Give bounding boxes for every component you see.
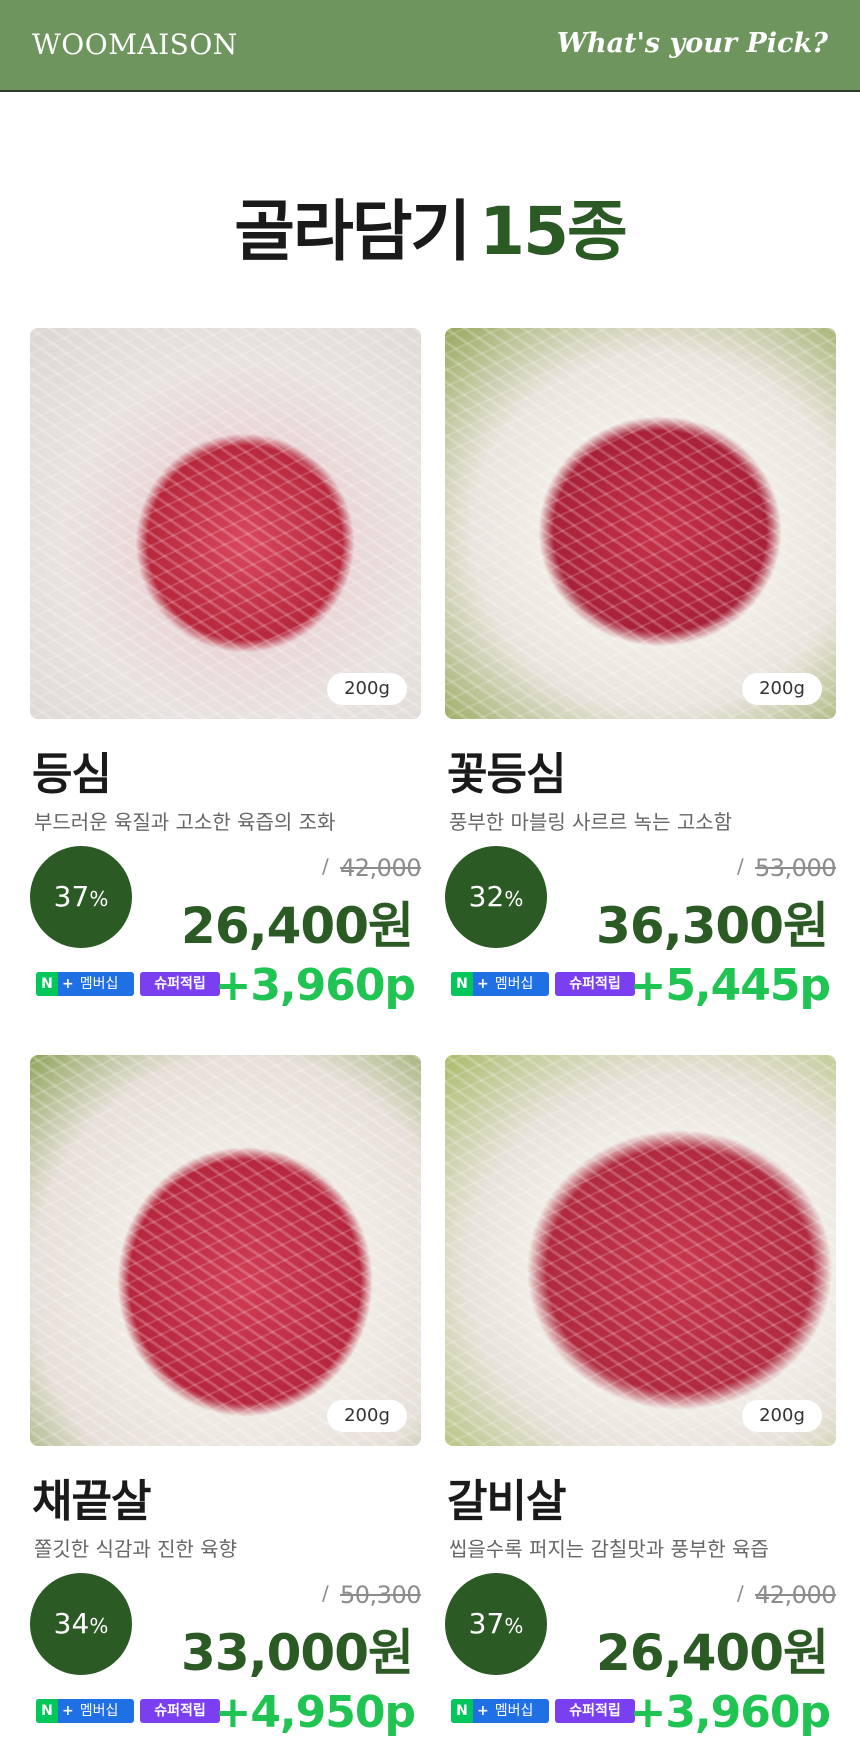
naver-n-icon: N <box>451 1699 473 1723</box>
product-description: 풍부한 마블링 사르르 녹는 고소함 <box>449 810 733 834</box>
plus-icon: + <box>477 976 489 992</box>
naver-membership-badge: N + 멤버십 <box>36 1699 134 1723</box>
reward-points: +3,960p <box>214 960 416 1011</box>
product-name[interactable]: 등심 <box>32 738 112 802</box>
original-price: 42,000 <box>737 1581 836 1609</box>
plus-icon: + <box>62 1703 74 1719</box>
discount-value: 37 <box>468 1607 505 1640</box>
original-price: 42,000 <box>322 854 421 882</box>
sale-price: 26,400원 <box>596 1624 829 1682</box>
discount-value: 32 <box>468 880 505 913</box>
brand-logo[interactable]: WOOMAISON <box>32 28 238 61</box>
weight-badge: 200g <box>327 1400 407 1432</box>
membership-label: 멤버십 <box>494 976 534 992</box>
super-points-badge: 슈퍼적립 <box>555 972 635 996</box>
naver-n-icon: N <box>36 972 58 996</box>
tagline: What's your Pick? <box>556 28 828 59</box>
discount-value: 34 <box>53 1607 90 1640</box>
plus-icon: + <box>477 1703 489 1719</box>
product-card[interactable]: 200g 갈비살 씹을수록 퍼지는 감칠맛과 풍부한 육즙 37% 42,000… <box>445 1055 836 1755</box>
section-title-text: 골라담기 <box>234 193 471 270</box>
naver-membership-badge: N + 멤버십 <box>451 1699 549 1723</box>
membership-label: 멤버십 <box>494 1703 534 1719</box>
naver-membership-badge: N + 멤버십 <box>36 972 134 996</box>
naver-n-icon: N <box>451 972 473 996</box>
membership-label: 멤버십 <box>79 976 119 992</box>
product-card[interactable]: 200g 등심 부드러운 육질과 고소한 육즙의 조화 37% 42,000 2… <box>30 328 421 1028</box>
section-title: 골라담기 15종 <box>0 178 860 274</box>
product-image[interactable]: 200g <box>445 1055 836 1446</box>
sale-price: 33,000원 <box>181 1624 414 1682</box>
product-image[interactable]: 200g <box>445 328 836 719</box>
discount-unit: % <box>89 887 109 911</box>
discount-value: 37 <box>53 880 90 913</box>
original-price: 50,300 <box>322 1581 421 1609</box>
discount-unit: % <box>504 887 524 911</box>
product-description: 씹을수록 퍼지는 감칠맛과 풍부한 육즙 <box>449 1537 769 1561</box>
weight-badge: 200g <box>742 1400 822 1432</box>
reward-points: +4,950p <box>214 1687 416 1738</box>
weight-badge: 200g <box>742 673 822 705</box>
discount-badge: 34% <box>30 1573 132 1675</box>
product-name[interactable]: 채끝살 <box>32 1465 151 1529</box>
sale-price: 36,300원 <box>596 897 829 955</box>
discount-badge: 37% <box>30 846 132 948</box>
product-image[interactable]: 200g <box>30 328 421 719</box>
product-card[interactable]: 200g 꽃등심 풍부한 마블링 사르르 녹는 고소함 32% 53,000 3… <box>445 328 836 1028</box>
discount-badge: 32% <box>445 846 547 948</box>
weight-badge: 200g <box>327 673 407 705</box>
discount-unit: % <box>89 1614 109 1638</box>
product-card[interactable]: 200g 채끝살 쫄깃한 식감과 진한 육향 34% 50,300 33,000… <box>30 1055 421 1755</box>
sale-price: 26,400원 <box>181 897 414 955</box>
original-price: 53,000 <box>737 854 836 882</box>
naver-n-icon: N <box>36 1699 58 1723</box>
plus-icon: + <box>62 976 74 992</box>
product-name[interactable]: 꽃등심 <box>447 738 566 802</box>
super-points-badge: 슈퍼적립 <box>140 1699 220 1723</box>
discount-unit: % <box>504 1614 524 1638</box>
product-image[interactable]: 200g <box>30 1055 421 1446</box>
top-banner: WOOMAISON What's your Pick? <box>0 0 860 92</box>
reward-points: +3,960p <box>629 1687 831 1738</box>
product-name[interactable]: 갈비살 <box>447 1465 566 1529</box>
section-title-count: 15종 <box>479 193 628 270</box>
super-points-badge: 슈퍼적립 <box>140 972 220 996</box>
product-description: 부드러운 육질과 고소한 육즙의 조화 <box>34 810 336 834</box>
super-points-badge: 슈퍼적립 <box>555 1699 635 1723</box>
discount-badge: 37% <box>445 1573 547 1675</box>
naver-membership-badge: N + 멤버십 <box>451 972 549 996</box>
reward-points: +5,445p <box>629 960 831 1011</box>
product-description: 쫄깃한 식감과 진한 육향 <box>34 1537 238 1561</box>
membership-label: 멤버십 <box>79 1703 119 1719</box>
